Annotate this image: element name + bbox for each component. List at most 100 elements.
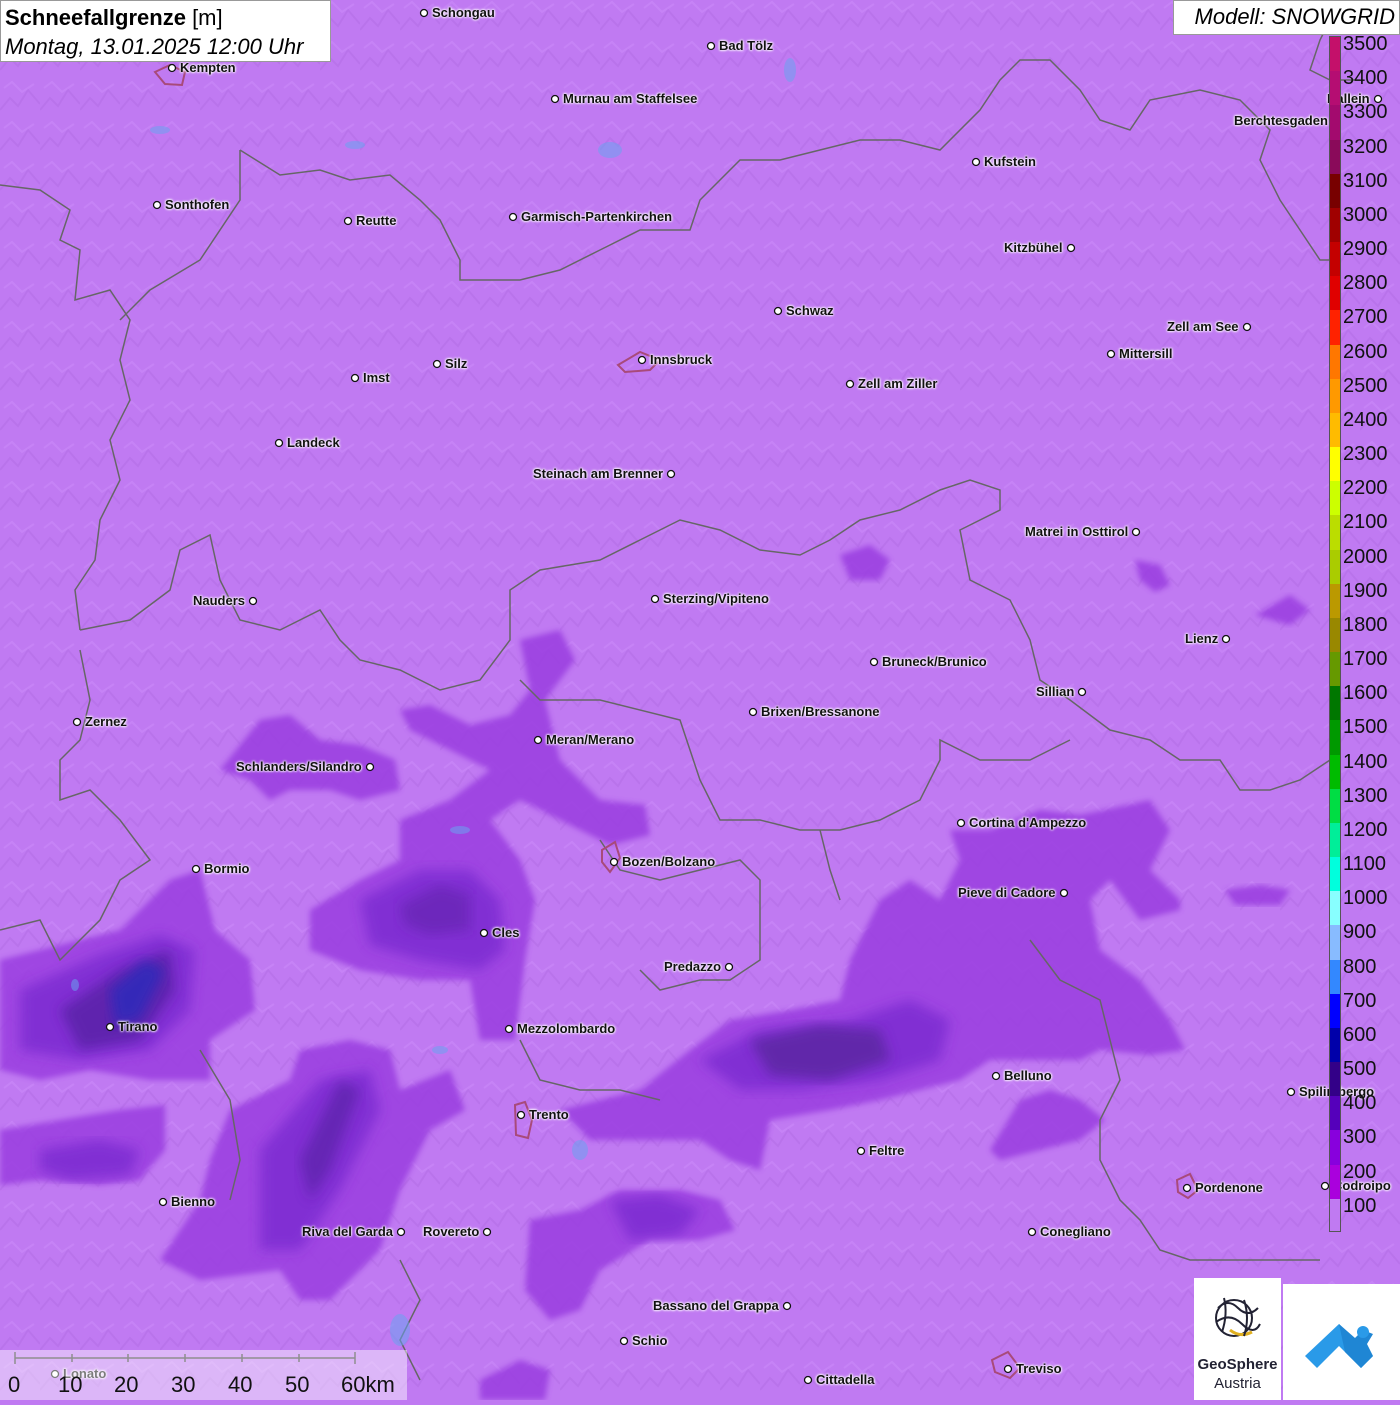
city-label: Treviso bbox=[1016, 1361, 1062, 1376]
city-label: Predazzo bbox=[664, 959, 722, 974]
legend-label: 2100 bbox=[1343, 511, 1388, 534]
city-label: Kufstein bbox=[984, 154, 1036, 169]
city-label: Zernez bbox=[85, 714, 127, 729]
city-label: Mezzolombardo bbox=[517, 1021, 616, 1036]
legend-label: 2400 bbox=[1343, 408, 1388, 431]
city-dot bbox=[516, 1110, 526, 1120]
legend-color-cell bbox=[1330, 378, 1340, 414]
logo-text-austria: Austria bbox=[1214, 1375, 1261, 1392]
legend-color-cell bbox=[1330, 993, 1340, 1029]
color-legend: 3500 3400 3300 3200 3100 3000 2900 2800 2700 2600… bbox=[1329, 34, 1400, 1236]
legend-label: 200 bbox=[1343, 1160, 1377, 1183]
city-label: Reutte bbox=[356, 213, 397, 228]
legend-color-cell bbox=[1330, 1130, 1340, 1166]
legend-label: 1700 bbox=[1343, 648, 1388, 671]
city-label: Conegliano bbox=[1040, 1224, 1111, 1239]
legend-label: 400 bbox=[1343, 1092, 1377, 1115]
city-label: Schwaz bbox=[786, 303, 834, 318]
city-label: Steinach am Brenner bbox=[533, 466, 664, 481]
city-label: Zell am Ziller bbox=[858, 376, 938, 391]
city-dot bbox=[479, 928, 489, 938]
city-dot bbox=[650, 594, 660, 604]
city-dot bbox=[1131, 527, 1141, 537]
city-label: Bruneck/Brunico bbox=[882, 654, 987, 669]
city-dot bbox=[724, 962, 734, 972]
city-dot bbox=[274, 438, 284, 448]
scalebar-label: 60km bbox=[341, 1372, 395, 1397]
legend-color-cell bbox=[1330, 242, 1340, 278]
scalebar-label: 0 bbox=[8, 1372, 21, 1397]
city-dot bbox=[991, 1071, 1001, 1081]
legend-color-cell bbox=[1330, 207, 1340, 243]
scalebar-label: 50 bbox=[285, 1372, 310, 1397]
legend-label: 500 bbox=[1343, 1058, 1377, 1081]
map-title: Schneefallgrenze [m] bbox=[5, 5, 223, 30]
legend-color-cell bbox=[1330, 310, 1340, 346]
city-dot bbox=[609, 857, 619, 867]
legend-label: 1200 bbox=[1343, 818, 1388, 841]
legend-label: 1000 bbox=[1343, 887, 1388, 910]
legend-color-cell bbox=[1330, 1164, 1340, 1200]
legend-color-cell bbox=[1330, 959, 1340, 995]
legend-label: 1800 bbox=[1343, 613, 1388, 636]
scalebar-label: 40 bbox=[228, 1372, 253, 1397]
legend-color-cell bbox=[1330, 857, 1340, 893]
legend-label: 3200 bbox=[1343, 135, 1388, 158]
city-label: Bad Tölz bbox=[719, 38, 774, 53]
legend-color-cell bbox=[1330, 925, 1340, 961]
city-dot bbox=[748, 707, 758, 717]
legend-label: 2800 bbox=[1343, 272, 1388, 295]
legend-color-cell bbox=[1330, 754, 1340, 790]
legend-color-cell bbox=[1330, 1096, 1340, 1132]
city-dot bbox=[152, 200, 162, 210]
city-dot bbox=[1286, 1087, 1296, 1097]
scalebar: 0 10 20 30 40 50 60km bbox=[0, 1350, 407, 1400]
city-dot bbox=[666, 469, 676, 479]
city-label: Rovereto bbox=[423, 1224, 480, 1239]
legend-label: 3300 bbox=[1343, 101, 1388, 124]
city-label: Silz bbox=[445, 356, 468, 371]
city-dot bbox=[1221, 634, 1231, 644]
legend-colorbar bbox=[1329, 36, 1341, 1232]
model-label: Modell: SNOWGRID bbox=[1173, 0, 1400, 35]
legend-color-cell bbox=[1330, 515, 1340, 551]
city-dot bbox=[419, 8, 429, 18]
city-label: Belluno bbox=[1004, 1068, 1052, 1083]
city-dot bbox=[167, 63, 177, 73]
city-dot bbox=[105, 1022, 115, 1032]
legend-color-cell bbox=[1330, 1198, 1340, 1231]
city-dot bbox=[365, 762, 375, 772]
legend-color-cell bbox=[1330, 1027, 1340, 1064]
city-label: Brixen/Bressanone bbox=[761, 704, 880, 719]
legend-color-cell bbox=[1330, 891, 1340, 927]
legend-label: 600 bbox=[1343, 1023, 1377, 1046]
city-label: Imst bbox=[363, 370, 390, 385]
city-label: Bormio bbox=[204, 861, 250, 876]
city-dot bbox=[619, 1336, 629, 1346]
legend-color-cell bbox=[1330, 822, 1340, 859]
legend-color-cell bbox=[1330, 788, 1340, 824]
city-dot bbox=[191, 864, 201, 874]
city-dot bbox=[1066, 243, 1076, 253]
city-label: Cittadella bbox=[816, 1372, 875, 1387]
city-dot bbox=[508, 212, 518, 222]
city-dot bbox=[343, 216, 353, 226]
city-dot bbox=[396, 1227, 406, 1237]
map-datetime: Montag, 13.01.2025 12:00 Uhr bbox=[5, 34, 304, 59]
city-dot bbox=[1077, 687, 1087, 697]
city-label: Matrei in Osttirol bbox=[1025, 524, 1129, 539]
legend-color-cell bbox=[1330, 412, 1340, 449]
legend-label: 1300 bbox=[1343, 784, 1388, 807]
legend-color-cell bbox=[1330, 173, 1340, 209]
city-label: Sillian bbox=[1036, 684, 1075, 699]
city-label: Sterzing/Vipiteno bbox=[663, 591, 769, 606]
city-dot bbox=[1003, 1364, 1013, 1374]
legend-label: 100 bbox=[1343, 1194, 1377, 1217]
geosphere-emblem-icon bbox=[1215, 1297, 1261, 1337]
city-dot bbox=[432, 359, 442, 369]
city-label: Cles bbox=[492, 925, 520, 940]
scalebar-label: 20 bbox=[114, 1372, 139, 1397]
snowgrid-logo bbox=[1283, 1284, 1400, 1400]
city-label: Innsbruck bbox=[650, 352, 713, 367]
legend-label: 800 bbox=[1343, 955, 1377, 978]
